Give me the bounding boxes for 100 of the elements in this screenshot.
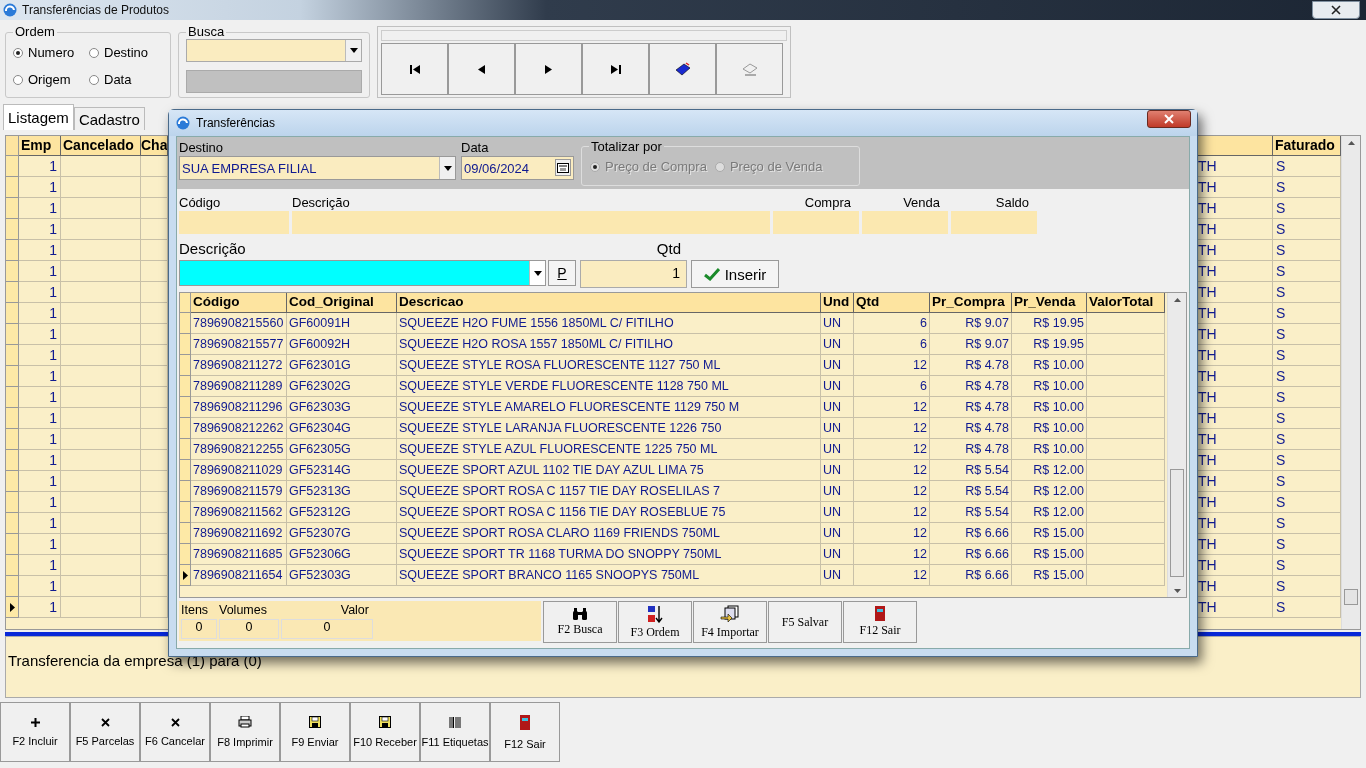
column-header[interactable]: Código	[191, 293, 287, 313]
table-cell: R$ 10.00	[1012, 439, 1087, 460]
tab[interactable]: Cadastro	[73, 107, 145, 130]
toolbar-button[interactable]: F12 Sair	[490, 702, 560, 762]
column-header[interactable]: Pr_Venda	[1012, 293, 1087, 313]
input-field[interactable]	[179, 210, 289, 234]
toolbar-button[interactable]: F6 Cancelar	[140, 702, 210, 762]
column-header[interactable]: Und	[821, 293, 854, 313]
input-field[interactable]	[951, 210, 1037, 234]
toolbar-button[interactable]: F11 Etiquetas	[420, 702, 490, 762]
scroll-thumb[interactable]	[1170, 469, 1184, 577]
date-field[interactable]: 09/06/2024	[461, 156, 574, 180]
insert-button[interactable]: Inserir	[691, 260, 779, 288]
table-cell: 1	[19, 198, 61, 219]
toolbar-button[interactable]: F5 Parcelas	[70, 702, 140, 762]
table-cell: 7896908211029	[191, 460, 287, 481]
table-cell: 12	[854, 355, 930, 376]
column-header[interactable]: Faturado	[1273, 136, 1341, 156]
sort-icon	[647, 604, 663, 623]
table-cell: GF60092H	[287, 334, 397, 355]
column-header[interactable]: Pr_Compra	[930, 293, 1012, 313]
column-header[interactable]: Cancelado	[61, 136, 141, 156]
scroll-up-icon	[1173, 298, 1181, 302]
table-cell: 12	[854, 565, 930, 586]
footer-button[interactable]: F5 Salvar	[768, 601, 842, 643]
input-field[interactable]	[773, 210, 859, 234]
field-label: Código	[179, 195, 222, 211]
footer-button[interactable]: F3 Ordem	[618, 601, 692, 643]
prev-button[interactable]	[448, 43, 515, 95]
app-logo-icon	[3, 3, 17, 17]
first-record-icon	[409, 64, 420, 74]
table-cell: 1	[19, 177, 61, 198]
column-header[interactable]: Cod_Original	[287, 293, 397, 313]
table-cell: GF52314G	[287, 460, 397, 481]
table-cell: UN	[821, 439, 854, 460]
column-header[interactable]: Descricao	[397, 293, 821, 313]
table-cell: R$ 10.00	[1012, 355, 1087, 376]
book-icon	[674, 62, 691, 76]
table-cell: GF52307G	[287, 523, 397, 544]
footer-button[interactable]: F2 Busca	[543, 601, 617, 643]
radio-option[interactable]: Data	[89, 72, 169, 87]
column-header[interactable]: ValorTotal	[1087, 293, 1165, 313]
column-header[interactable]	[1195, 136, 1273, 156]
toolbar-button[interactable]: F2 Incluir	[0, 702, 70, 762]
table-cell: SQUEEZE SPORT ROSA CLARO 1169 FRIENDS 750ML	[397, 523, 821, 544]
table-cell: UN	[821, 355, 854, 376]
table-cell: SQUEEZE STYLE ROSA FLUORESCENTE 1127 750 ML	[397, 355, 821, 376]
table-cell: UN	[821, 544, 854, 565]
last-record-icon	[610, 64, 621, 74]
input-field[interactable]	[862, 210, 948, 234]
close-button[interactable]	[1147, 110, 1191, 128]
close-button[interactable]	[1312, 1, 1360, 19]
table-cell: 12	[854, 481, 930, 502]
table-cell: 7896908215560	[191, 313, 287, 334]
input-field[interactable]	[292, 210, 770, 234]
table-cell: R$ 6.66	[930, 523, 1012, 544]
footer-button[interactable]: F12 Sair	[843, 601, 917, 643]
radio-option[interactable]: Origem	[13, 72, 89, 87]
table-cell: GF62301G	[287, 355, 397, 376]
table-cell: 12	[854, 418, 930, 439]
table-cell: R$ 19.95	[1012, 334, 1087, 355]
description-combo[interactable]	[179, 260, 546, 286]
import-icon	[720, 604, 740, 623]
table-cell: UN	[821, 418, 854, 439]
scroll-up-icon	[1347, 141, 1355, 145]
field-label: Venda	[902, 195, 941, 211]
scroll-thumb[interactable]	[1344, 589, 1358, 605]
table-cell: 6	[854, 376, 930, 397]
first-button[interactable]	[381, 43, 448, 95]
search-field[interactable]	[186, 70, 362, 93]
table-cell: 6	[854, 313, 930, 334]
toolbar-button[interactable]: F8 Imprimir	[210, 702, 280, 762]
destination-combo[interactable]: SUA EMPRESA FILIAL	[179, 156, 456, 180]
search-product-button[interactable]: P	[548, 260, 576, 286]
table-cell: 7896908211296	[191, 397, 287, 418]
next-button[interactable]	[515, 43, 582, 95]
footer-button[interactable]: F4 Importar	[693, 601, 767, 643]
close-icon	[1164, 114, 1174, 124]
radio-option[interactable]: Destino	[89, 45, 169, 60]
table-cell: 7896908211579	[191, 481, 287, 502]
group-label: Ordem	[13, 24, 57, 39]
table-cell: R$ 5.54	[930, 481, 1012, 502]
column-header[interactable]: Qtd	[854, 293, 930, 313]
column-header[interactable]: Emp	[19, 136, 61, 156]
column-header[interactable]: Cha	[141, 136, 168, 156]
scrollbar[interactable]	[1167, 293, 1186, 597]
toolbar-button[interactable]: F9 Enviar	[280, 702, 350, 762]
scrollbar[interactable]	[1341, 136, 1360, 629]
dropdown-arrow-icon	[533, 270, 542, 276]
toolbar-button[interactable]: F10 Receber	[350, 702, 420, 762]
search-combo[interactable]	[186, 39, 362, 62]
tab[interactable]: Listagem	[3, 104, 74, 130]
quantity-field[interactable]: 1	[580, 260, 687, 288]
radio-option[interactable]: Numero	[13, 45, 89, 60]
table-cell: 1	[19, 471, 61, 492]
book-button[interactable]	[649, 43, 716, 95]
group-label: Busca	[186, 24, 227, 39]
table-cell: 1	[19, 303, 61, 324]
field-label: Qtd	[655, 240, 682, 259]
table-cell: R$ 10.00	[1012, 418, 1087, 439]
